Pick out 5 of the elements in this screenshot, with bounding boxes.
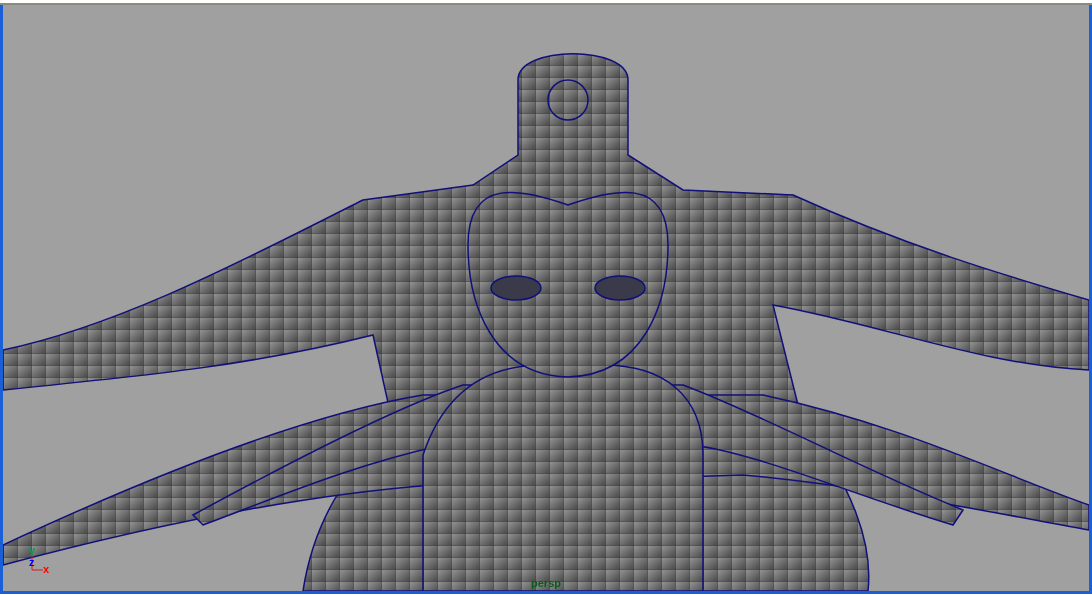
axis-label: x	[43, 563, 50, 575]
axis-label: y	[29, 544, 36, 556]
axis-gizmo-icon	[31, 554, 44, 571]
axis-label: z	[29, 556, 35, 568]
camera-label: persp	[531, 578, 561, 589]
